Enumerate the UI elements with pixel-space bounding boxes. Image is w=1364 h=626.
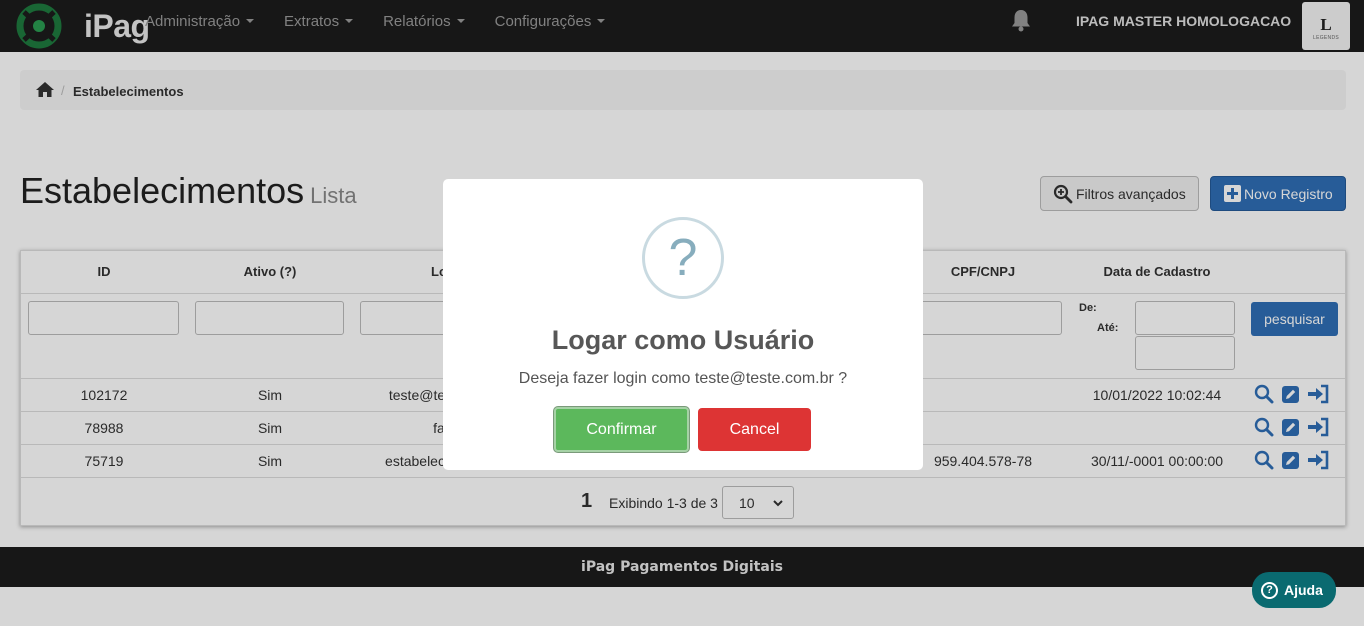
dialog-message: Deseja fazer login como teste@teste.com.… (518, 370, 848, 387)
question-circle-icon: ? (1261, 581, 1278, 599)
question-icon: ? (642, 217, 724, 299)
help-label: Ajuda (1284, 582, 1323, 598)
login-as-user-dialog: ? Logar como Usuário Deseja fazer login … (443, 179, 923, 470)
help-button[interactable]: ? Ajuda (1252, 572, 1336, 608)
confirm-button[interactable]: Confirmar (554, 407, 689, 452)
cancel-button[interactable]: Cancel (698, 408, 811, 451)
dialog-title: Logar como Usuário (551, 325, 815, 355)
